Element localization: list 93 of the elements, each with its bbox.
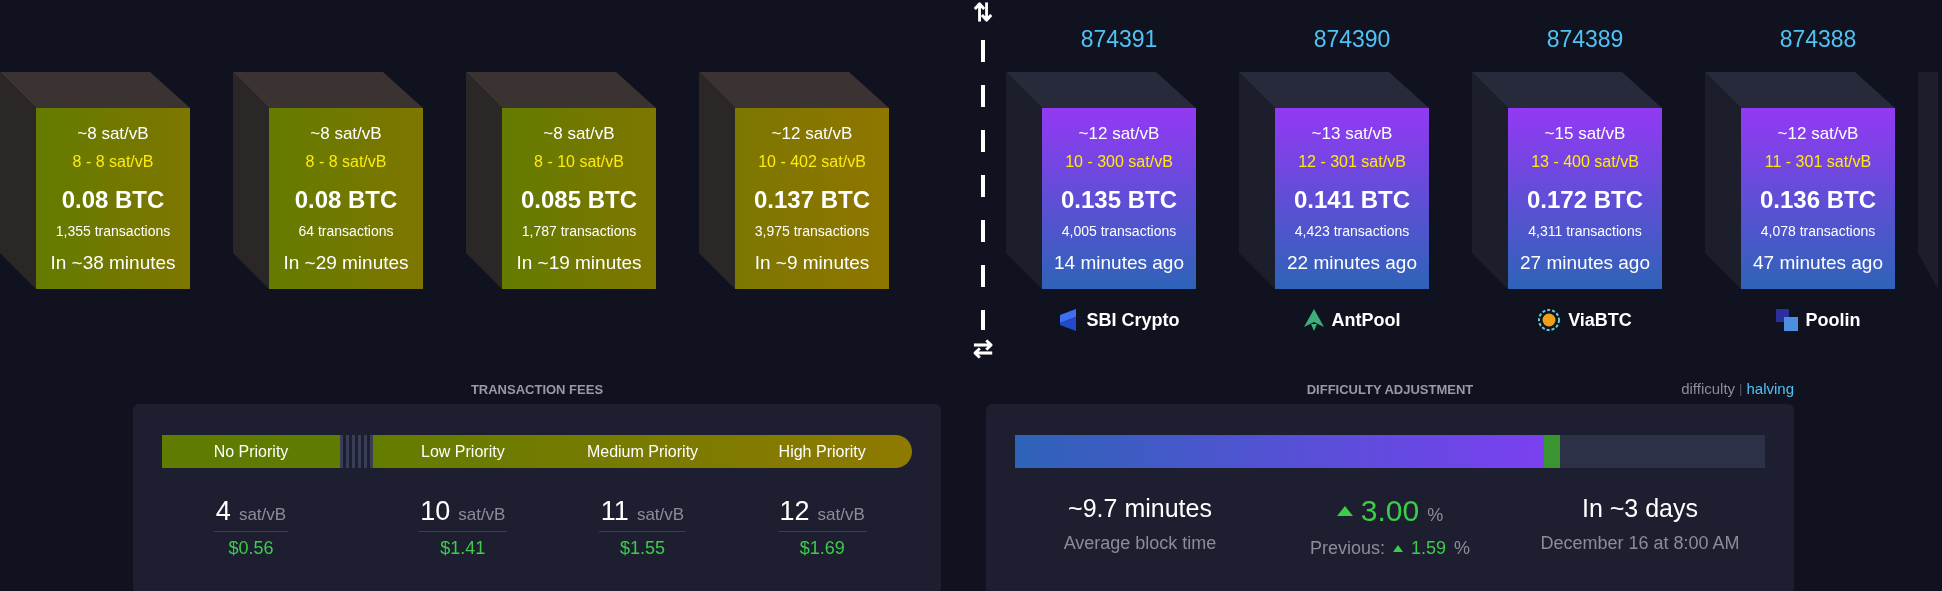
block-height-link[interactable]: 874390 [1313, 26, 1391, 72]
block-total: 0.08 BTC [294, 185, 398, 214]
previous-change: 1.59 [1411, 538, 1447, 559]
block-height-link[interactable]: 874389 [1546, 26, 1624, 72]
mempool-block[interactable]: ~8 sat/vB 8 - 8 sat/vB 0.08 BTC 1,355 transactions In ~38 minutes [36, 108, 190, 289]
fee-range: 10 - 300 sat/vB [1065, 152, 1173, 171]
fee-usd: $1.55 [619, 538, 665, 559]
percent-unit: % [1427, 505, 1444, 526]
fee-range: 13 - 400 sat/vB [1531, 152, 1639, 171]
block-total: 0.141 BTC [1293, 185, 1411, 214]
median-fee: ~12 sat/vB [1078, 123, 1160, 144]
median-fee: ~8 sat/vB [310, 123, 382, 144]
striped-gap [340, 435, 373, 468]
fee-usd: $0.56 [228, 538, 274, 559]
block-height-link[interactable]: 874388 [1779, 26, 1857, 72]
pool-name-link[interactable]: Poolin [1805, 309, 1861, 331]
fee-range: 11 - 301 sat/vB [1764, 152, 1872, 171]
swap-icon[interactable]: ⇄ [973, 336, 993, 362]
pool-logo-icon [1538, 309, 1561, 331]
block-total: 0.085 BTC [520, 185, 638, 214]
fee-unit: sat/vB [458, 505, 506, 525]
fee-range: 8 - 8 sat/vB [305, 152, 387, 171]
fee-rate: 11 [600, 496, 629, 527]
fee-range: 10 - 402 sat/vB [758, 152, 866, 171]
pool-logo-icon [1303, 309, 1324, 331]
priority-label: No Priority [162, 435, 340, 468]
difficulty-change: 3.00 [1360, 494, 1420, 528]
block-eta: In ~19 minutes [516, 251, 642, 274]
priority-label: High Priority [777, 441, 867, 462]
mined-block[interactable]: ~12 sat/vB 10 - 300 sat/vB 0.135 BTC 4,005 transactions 14 minutes ago [1042, 108, 1196, 289]
fee-range: 8 - 10 sat/vB [534, 152, 624, 171]
block-total: 0.172 BTC [1526, 185, 1644, 214]
mined-block[interactable]: ~12 sat/vB 11 - 301 sat/vB 0.136 BTC 4,078 transactions 47 minutes ago [1741, 108, 1895, 289]
median-fee: ~12 sat/vB [1777, 123, 1859, 144]
median-fee: ~13 sat/vB [1311, 123, 1393, 144]
transaction-count: 4,078 transactions [1760, 222, 1876, 239]
section-title: DIFFICULTY ADJUSTMENT [1306, 381, 1474, 399]
transaction-count: 1,787 transactions [521, 222, 637, 239]
block-age: 22 minutes ago [1287, 251, 1417, 274]
block-eta: In ~9 minutes [754, 251, 870, 274]
pool-name-link[interactable]: AntPool [1331, 309, 1401, 331]
block-age: 27 minutes ago [1520, 251, 1650, 274]
stat-label: Previous: [1309, 538, 1385, 559]
block-total: 0.08 BTC [61, 185, 165, 214]
median-fee: ~15 sat/vB [1544, 123, 1626, 144]
transaction-count: 64 transactions [298, 222, 394, 239]
fee-rate: 10 [420, 496, 451, 527]
fee-range: 8 - 8 sat/vB [72, 152, 154, 171]
block-age: 47 minutes ago [1753, 251, 1883, 274]
section-title: TRANSACTION FEES [470, 381, 604, 399]
block-total: 0.137 BTC [753, 185, 871, 214]
fee-unit: sat/vB [238, 505, 287, 525]
adjustment-date: December 16 at 8:00 AM [1540, 533, 1740, 554]
fee-unit: sat/vB [636, 505, 685, 525]
transaction-count: 3,975 transactions [754, 222, 870, 239]
fee-unit: sat/vB [817, 505, 865, 525]
priority-label: Low Priority [420, 441, 506, 462]
fee-range: 12 - 301 sat/vB [1298, 152, 1406, 171]
average-time: ~9.7 minutes [1068, 494, 1212, 523]
fee-usd: $1.69 [799, 538, 845, 559]
pool-logo-icon [1775, 309, 1798, 331]
view-toggle-link[interactable]: difficulty [1681, 380, 1736, 397]
median-fee: ~8 sat/vB [77, 123, 149, 144]
separator: | [1739, 381, 1743, 396]
stat-label: Average block time [1063, 533, 1217, 554]
percent-unit: % [1454, 538, 1471, 559]
priority-label: Medium Priority [585, 441, 700, 462]
transaction-count: 1,355 transactions [55, 222, 171, 239]
mempool-block[interactable]: ~12 sat/vB 10 - 402 sat/vB 0.137 BTC 3,975 transactions In ~9 minutes [735, 108, 889, 289]
pool-logo-icon [1058, 309, 1079, 331]
fee-rate: 12 [779, 496, 810, 527]
block-age: 14 minutes ago [1054, 251, 1184, 274]
block-total: 0.136 BTC [1759, 185, 1877, 214]
adjustment-eta: In ~3 days [1581, 494, 1699, 523]
mined-block[interactable]: ~15 sat/vB 13 - 400 sat/vB 0.172 BTC 4,311 transactions 27 minutes ago [1508, 108, 1662, 289]
fee-rate: 4 [215, 496, 231, 527]
mempool-block[interactable]: ~8 sat/vB 8 - 8 sat/vB 0.08 BTC 64 transactions In ~29 minutes [269, 108, 423, 289]
block-total: 0.135 BTC [1060, 185, 1178, 214]
median-fee: ~8 sat/vB [543, 123, 615, 144]
pool-name-link[interactable]: ViaBTC [1568, 309, 1632, 331]
block-height-link[interactable]: 874391 [1080, 26, 1158, 72]
block-eta: In ~29 minutes [283, 251, 409, 274]
fee-usd: $1.41 [440, 538, 486, 559]
transaction-count: 4,005 transactions [1061, 222, 1177, 239]
median-fee: ~12 sat/vB [771, 123, 853, 144]
transaction-count: 4,423 transactions [1294, 222, 1410, 239]
mined-block[interactable]: ~13 sat/vB 12 - 301 sat/vB 0.141 BTC 4,423 transactions 22 minutes ago [1275, 108, 1429, 289]
mempool-block[interactable]: ~8 sat/vB 8 - 10 sat/vB 0.085 BTC 1,787 transactions In ~19 minutes [502, 108, 656, 289]
pool-name-link[interactable]: SBI Crypto [1086, 309, 1180, 331]
block-eta: In ~38 minutes [50, 251, 176, 274]
swap-icon[interactable]: ⇅ [973, 0, 993, 26]
view-toggle-link[interactable]: halving [1746, 380, 1794, 397]
transaction-count: 4,311 transactions [1528, 222, 1642, 239]
